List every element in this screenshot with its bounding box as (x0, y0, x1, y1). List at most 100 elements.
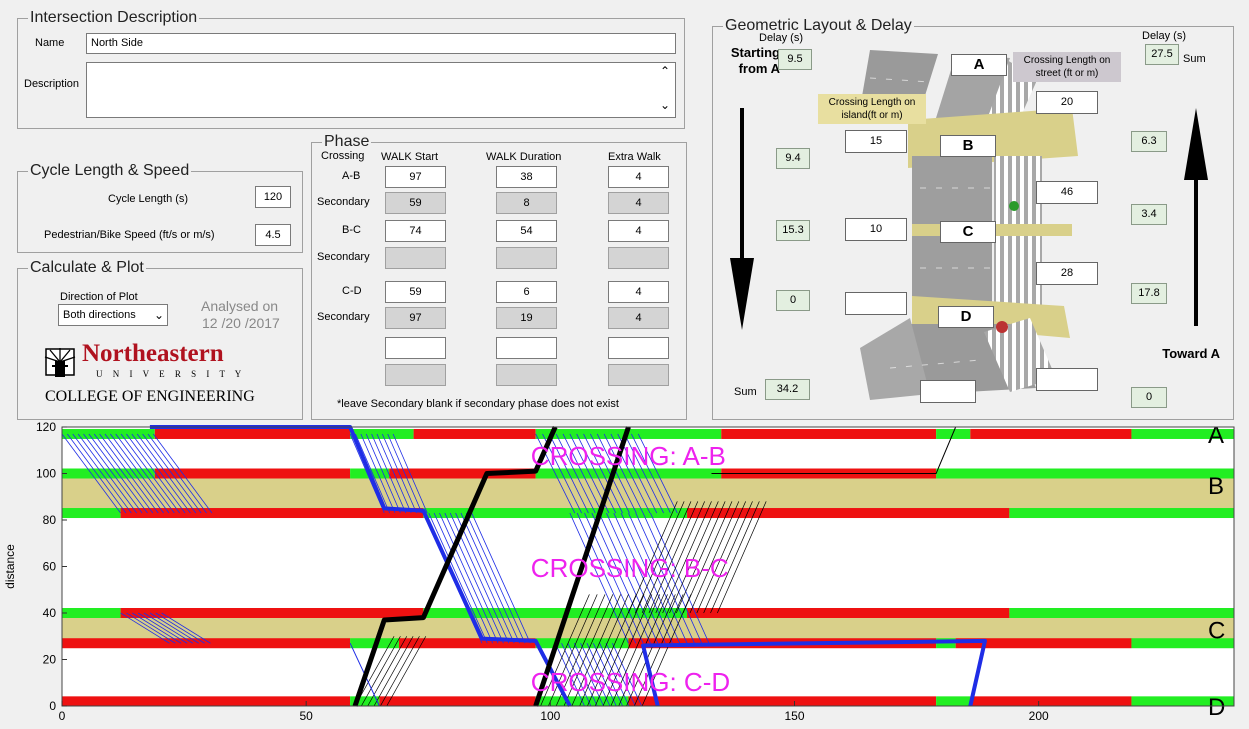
phase-legend: Phase (324, 133, 370, 150)
crossing-island-label: Crossing Length on island(ft or m) (818, 94, 926, 124)
y-tick-label: 100 (36, 467, 56, 481)
name-label: Name (35, 37, 65, 49)
node-label: A (1208, 422, 1224, 449)
extra-walk-input[interactable] (608, 337, 669, 359)
speed-label: Pedestrian/Bike Speed (ft/s or m/s) (44, 229, 215, 241)
signal-segment (423, 608, 688, 618)
toward-label: Toward A (1162, 346, 1220, 361)
node-label-c: C (940, 221, 996, 243)
walk-duration-input[interactable]: 6 (496, 281, 557, 303)
direction-select[interactable]: Both directions ⌄ (58, 304, 168, 326)
walk-start-input[interactable]: 74 (385, 220, 446, 242)
island-length-input[interactable]: 15 (845, 130, 907, 153)
signal-segment (120, 608, 424, 618)
extra-walk-input[interactable] (608, 247, 669, 269)
right-sum-value: 27.5 (1145, 44, 1179, 65)
delay-left-header: Delay (s) (759, 32, 804, 44)
cycle-length-input[interactable]: 120 (255, 186, 291, 208)
phase-row-label: A-B (342, 170, 361, 182)
left-delay-value: 0 (776, 290, 810, 311)
street-length-input[interactable]: 20 (1036, 91, 1098, 114)
street-length-input[interactable]: 28 (1036, 262, 1098, 285)
chevron-down-icon: ⌄ (153, 308, 164, 322)
island-length-input[interactable] (845, 292, 907, 315)
extra-walk-input[interactable] (608, 364, 669, 386)
logo-university: U N I V E R S I T Y (96, 369, 246, 379)
y-tick-label: 60 (43, 560, 57, 574)
col-walk-start: WALK Start (381, 151, 439, 163)
extra-walk-input[interactable]: 4 (608, 192, 669, 214)
arrow-down-icon (730, 108, 754, 330)
signal-segment (379, 696, 536, 707)
signal-segment (1009, 608, 1234, 618)
pedestrian-marker (1009, 201, 1019, 211)
signal-segment (62, 428, 155, 439)
signal-segment (154, 428, 351, 439)
crossing-annotation: CROSSING: A-B (531, 441, 726, 471)
walk-start-input[interactable] (385, 247, 446, 269)
signal-segment (970, 696, 1132, 707)
calculate-plot-legend: Calculate & Plot (30, 259, 144, 276)
walk-start-input[interactable]: 97 (385, 307, 446, 329)
walk-start-input[interactable]: 97 (385, 166, 446, 188)
signal-segment (687, 608, 1010, 618)
right-delay-value: 3.4 (1131, 204, 1167, 225)
crossing-annotation: CROSSING: B-C (531, 553, 729, 583)
node-label: D (1208, 694, 1225, 721)
signal-segment (62, 468, 155, 479)
walk-duration-input[interactable]: 54 (496, 220, 557, 242)
island-length-input[interactable] (920, 380, 976, 403)
university-seal-icon (44, 348, 76, 377)
walk-duration-input[interactable]: 8 (496, 192, 557, 214)
x-tick-label: 50 (299, 709, 313, 723)
island-length-input[interactable]: 10 (845, 218, 907, 241)
extra-walk-input[interactable]: 4 (608, 220, 669, 242)
signal-segment (62, 638, 351, 649)
analysed-date: 12 /20 /2017 (202, 315, 280, 331)
walk-duration-input[interactable] (496, 247, 557, 269)
walk-duration-input[interactable] (496, 337, 557, 359)
col-walk-duration: WALK Duration (486, 151, 562, 163)
street-length-input[interactable]: 46 (1036, 181, 1098, 204)
extra-walk-input[interactable]: 4 (608, 281, 669, 303)
description-textarea[interactable] (86, 62, 676, 118)
scroll-up-icon[interactable]: ⌃ (660, 64, 670, 78)
x-tick-label: 150 (784, 709, 804, 723)
signal-segment (62, 608, 121, 618)
node-label-d: D (938, 306, 994, 328)
signal-segment (970, 428, 1132, 439)
walk-duration-input[interactable]: 38 (496, 166, 557, 188)
arrow-up-icon (1184, 108, 1208, 326)
description-label: Description (24, 78, 80, 90)
signal-segment (936, 468, 1234, 479)
y-tick-label: 20 (43, 653, 57, 667)
walk-start-input[interactable] (385, 364, 446, 386)
node-label-b: B (940, 135, 996, 157)
island-band (62, 473, 1234, 514)
logo-college: COLLEGE OF ENGINEERING (45, 388, 255, 405)
node-label: B (1208, 473, 1224, 500)
walk-duration-input[interactable] (496, 364, 557, 386)
signal-segment (413, 428, 536, 439)
y-axis-label: distance (3, 544, 17, 589)
right-delay-value: 0 (1131, 387, 1167, 408)
walk-start-input[interactable]: 59 (385, 192, 446, 214)
cycle-length-label: Cycle Length (s) (108, 193, 189, 205)
left-sum-value: 34.2 (765, 379, 810, 400)
scroll-down-icon[interactable]: ⌄ (660, 98, 670, 112)
phase-note: *leave Secondary blank if secondary phas… (337, 398, 619, 410)
crossing-annotation: CROSSING: C-D (531, 667, 730, 697)
extra-walk-input[interactable]: 4 (608, 166, 669, 188)
y-tick-label: 80 (43, 513, 57, 527)
signal-segment (350, 428, 414, 439)
walk-start-input[interactable] (385, 337, 446, 359)
x-tick-label: 200 (1029, 709, 1049, 723)
street-length-input[interactable] (1036, 368, 1098, 391)
walk-start-input[interactable]: 59 (385, 281, 446, 303)
name-input[interactable]: North Side (86, 33, 676, 54)
walk-duration-input[interactable]: 19 (496, 307, 557, 329)
speed-input[interactable]: 4.5 (255, 224, 291, 246)
time-space-chart: CROSSING: A-B CROSSING: B-C CROSSING: C-D A… (3, 422, 1235, 723)
phase-row-label: Secondary (317, 311, 370, 323)
extra-walk-input[interactable]: 4 (608, 307, 669, 329)
